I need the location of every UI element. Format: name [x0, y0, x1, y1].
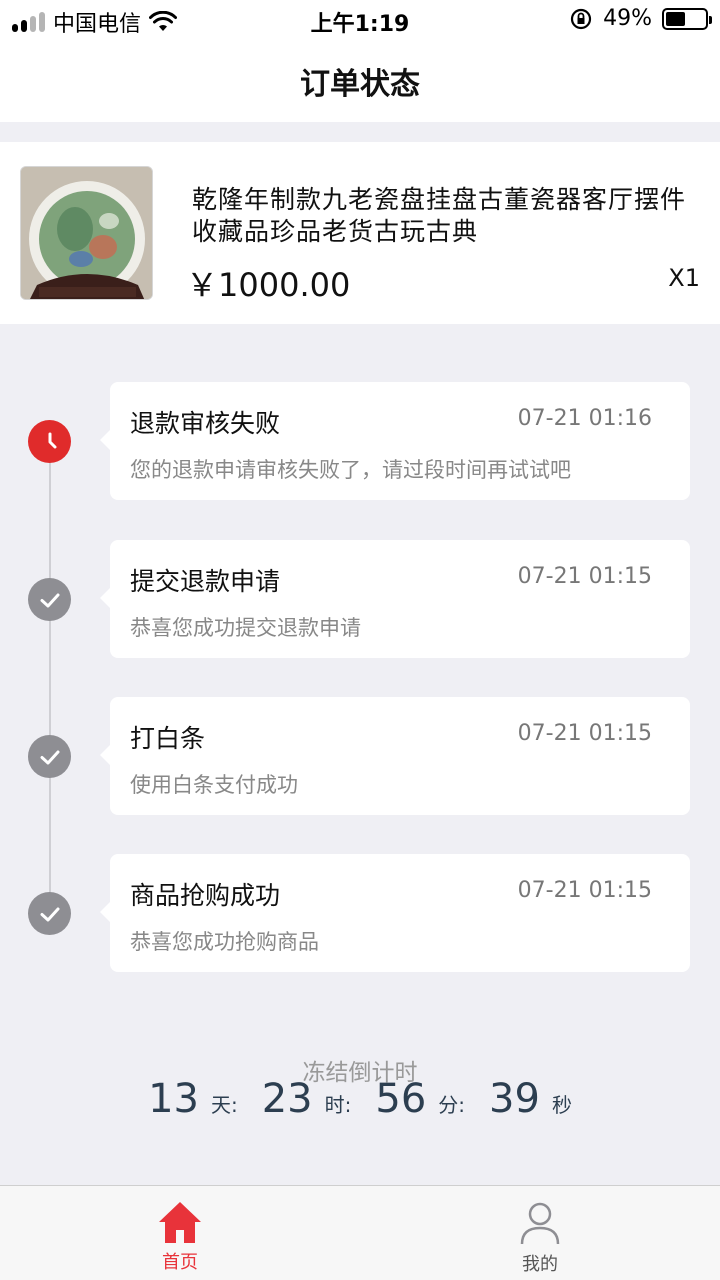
timeline-item-time: 07-21 01:16	[517, 406, 652, 431]
timeline-item-title: 商品抢购成功	[130, 881, 281, 910]
product-card[interactable]: 乾隆年制款九老瓷盘挂盘古董瓷器客厅摆件收藏品珍品老货古玩古典 ￥1000.00 …	[0, 142, 720, 324]
timeline-line	[49, 440, 51, 910]
timeline-item-title: 打白条	[130, 724, 206, 753]
tab-profile[interactable]: 我的	[360, 1186, 720, 1280]
product-image	[20, 166, 153, 300]
timeline-item-time: 07-21 01:15	[517, 878, 652, 903]
timeline-item: 退款审核失败 07-21 01:16 您的退款申请审核失败了，请过段时间再试试吧	[100, 382, 690, 500]
countdown-minutes: 56	[375, 1076, 427, 1122]
timeline-item-title: 提交退款申请	[130, 567, 281, 596]
countdown-timer: 13 天: 23 时: 56 分: 39 秒	[0, 1076, 720, 1122]
battery-icon	[662, 7, 712, 30]
tab-home-label: 首页	[162, 1252, 198, 1273]
countdown-hours: 23	[261, 1076, 313, 1122]
user-icon	[520, 1202, 560, 1245]
tab-home[interactable]: 首页	[0, 1186, 360, 1280]
battery-fill	[666, 11, 685, 26]
check-icon	[28, 578, 71, 621]
countdown-days-unit: 天:	[210, 1093, 238, 1117]
product-title: 乾隆年制款九老瓷盘挂盘古董瓷器客厅摆件收藏品珍品老货古玩古典	[192, 185, 687, 246]
timeline-item-time: 07-21 01:15	[517, 721, 652, 746]
countdown-minutes-unit: 分:	[438, 1093, 466, 1117]
timeline-item-title: 退款审核失败	[130, 409, 281, 438]
nav-bar: 订单状态	[0, 40, 720, 122]
timeline-item: 商品抢购成功 07-21 01:15 恭喜您成功抢购商品	[100, 854, 690, 972]
battery-percent: 49%	[603, 6, 652, 31]
timeline-item: 提交退款申请 07-21 01:15 恭喜您成功提交退款申请	[100, 540, 690, 658]
timeline-item-desc: 恭喜您成功抢购商品	[130, 930, 319, 954]
check-icon	[28, 735, 71, 778]
tab-profile-label: 我的	[522, 1254, 558, 1275]
product-quantity: X1	[668, 264, 700, 292]
clock-icon	[28, 420, 71, 463]
home-icon	[159, 1202, 201, 1243]
timeline-item-desc: 您的退款申请审核失败了，请过段时间再试试吧	[130, 458, 571, 482]
timeline-item-time: 07-21 01:15	[517, 564, 652, 589]
status-right: 49%	[569, 6, 712, 31]
countdown-seconds-unit: 秒	[551, 1093, 572, 1117]
timeline-item: 打白条 07-21 01:15 使用白条支付成功	[100, 697, 690, 815]
product-price: ￥1000.00	[186, 266, 351, 304]
timeline-item-desc: 恭喜您成功提交退款申请	[130, 616, 361, 640]
countdown-days: 13	[148, 1076, 199, 1122]
tab-bar: 首页 我的	[0, 1185, 720, 1280]
page-title: 订单状态	[300, 67, 420, 102]
status-bar: 中国电信 上午1:19 49%	[0, 0, 720, 40]
check-icon	[28, 892, 71, 935]
timeline-item-desc: 使用白条支付成功	[130, 773, 298, 797]
countdown-hours-unit: 时:	[324, 1093, 352, 1117]
rotation-lock-icon	[570, 8, 592, 29]
countdown-seconds: 39	[489, 1076, 540, 1122]
